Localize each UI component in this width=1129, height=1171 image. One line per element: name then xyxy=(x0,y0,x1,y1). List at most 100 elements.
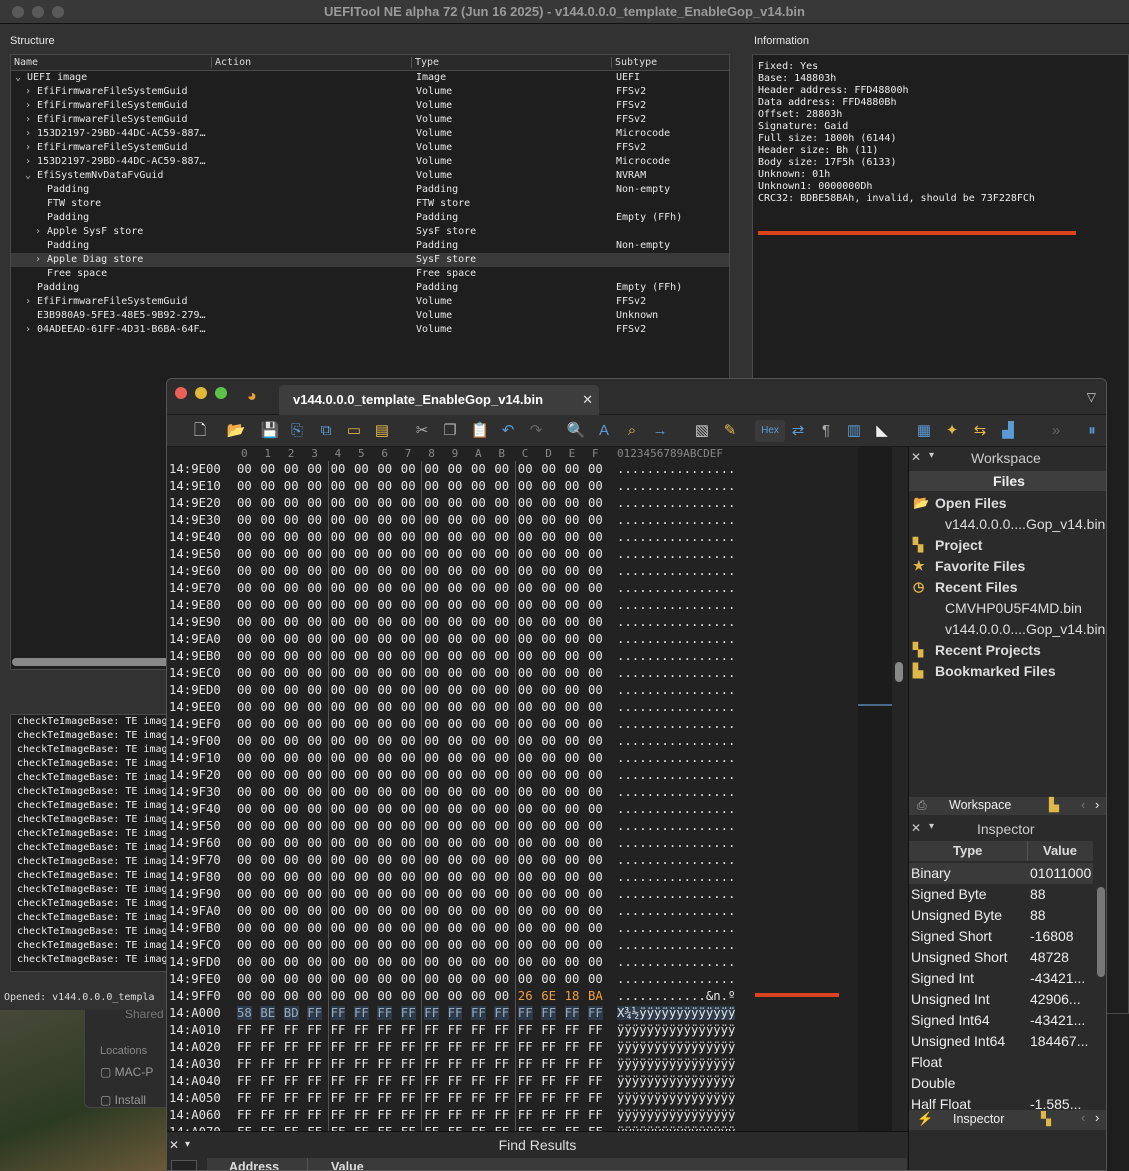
hex-byte[interactable]: 00 xyxy=(518,700,533,714)
hex-byte[interactable]: 00 xyxy=(377,802,392,816)
hex-byte[interactable]: FF xyxy=(565,1091,580,1105)
hex-byte[interactable]: FF xyxy=(401,1040,416,1054)
hex-ascii[interactable]: ................ xyxy=(617,530,735,544)
hex-byte[interactable]: 00 xyxy=(401,666,416,680)
hex-byte[interactable]: 00 xyxy=(260,751,275,765)
hex-byte[interactable]: 00 xyxy=(541,734,556,748)
hex-byte[interactable]: 00 xyxy=(541,479,556,493)
hex-byte[interactable]: 00 xyxy=(307,887,322,901)
hex-ascii[interactable]: ................ xyxy=(617,632,735,646)
hex-byte[interactable]: 00 xyxy=(471,887,486,901)
hex-byte[interactable]: 00 xyxy=(284,547,299,561)
column-action[interactable]: Action xyxy=(211,57,251,68)
open-file-icon[interactable]: 📂 xyxy=(225,420,247,442)
hex-byte[interactable]: 00 xyxy=(331,479,346,493)
hex-byte[interactable]: FF xyxy=(447,1006,463,1020)
hex-byte[interactable]: FF xyxy=(494,1091,509,1105)
hex-byte[interactable]: 00 xyxy=(471,802,486,816)
hex-byte[interactable]: 00 xyxy=(588,632,603,646)
hex-byte[interactable]: 00 xyxy=(448,479,463,493)
hex-byte[interactable]: 00 xyxy=(565,972,580,986)
structure-row[interactable]: E3B980A9-5FE3-48E5-9B92-279… Volume Unknow… xyxy=(11,309,729,323)
hex-byte[interactable]: 00 xyxy=(377,547,392,561)
hex-byte[interactable]: 00 xyxy=(260,819,275,833)
hex-byte[interactable]: 00 xyxy=(448,955,463,969)
hex-byte[interactable]: 00 xyxy=(448,989,463,1003)
chevron-right-icon[interactable]: › xyxy=(25,296,31,307)
hex-byte[interactable]: FF xyxy=(565,1057,580,1071)
hex-byte[interactable]: 00 xyxy=(588,972,603,986)
calculator-icon[interactable]: ▦ xyxy=(913,420,935,442)
hex-byte[interactable]: 00 xyxy=(518,564,533,578)
hex-byte[interactable]: 00 xyxy=(354,836,369,850)
hex-ascii[interactable]: ................ xyxy=(617,734,735,748)
hex-byte[interactable]: FF xyxy=(377,1091,392,1105)
structure-row[interactable]: Padding Padding Non-empty xyxy=(11,183,729,197)
hex-byte[interactable]: 00 xyxy=(331,734,346,748)
hex-byte[interactable]: 00 xyxy=(565,462,580,476)
hex-byte[interactable]: 00 xyxy=(307,530,322,544)
hex-byte[interactable]: 00 xyxy=(518,819,533,833)
hex-byte[interactable]: 00 xyxy=(471,547,486,561)
hex-byte[interactable]: 00 xyxy=(237,513,252,527)
hex-byte[interactable]: 00 xyxy=(307,972,322,986)
hex-byte[interactable]: 00 xyxy=(260,632,275,646)
hex-byte[interactable]: 00 xyxy=(377,785,392,799)
hex-byte[interactable]: 00 xyxy=(377,649,392,663)
hex-byte[interactable]: 00 xyxy=(494,717,509,731)
hex-byte[interactable]: BA xyxy=(588,989,603,1003)
hex-byte[interactable]: 00 xyxy=(284,734,299,748)
hex-byte[interactable]: 00 xyxy=(448,853,463,867)
undo-icon[interactable]: ↶ xyxy=(497,420,519,442)
hex-byte[interactable]: 00 xyxy=(541,921,556,935)
hex-byte[interactable]: 00 xyxy=(354,802,369,816)
hex-byte[interactable]: 00 xyxy=(541,785,556,799)
hex-byte[interactable]: FF xyxy=(541,1040,556,1054)
hex-byte[interactable]: FF xyxy=(237,1023,252,1037)
hex-byte[interactable]: 00 xyxy=(237,496,252,510)
hex-byte[interactable]: 00 xyxy=(494,530,509,544)
hex-byte[interactable]: 00 xyxy=(284,462,299,476)
hex-byte[interactable]: 00 xyxy=(331,683,346,697)
show-whitespace-icon[interactable]: ¶ xyxy=(815,420,837,442)
hex-byte[interactable]: FF xyxy=(377,1006,393,1020)
hex-byte[interactable]: 00 xyxy=(471,632,486,646)
hex-ascii[interactable]: ÿÿÿÿÿÿÿÿÿÿÿÿÿÿÿÿ xyxy=(617,1074,735,1088)
hex-mode-button[interactable]: Hex xyxy=(755,420,785,442)
hex-byte[interactable]: 00 xyxy=(588,479,603,493)
hex-byte[interactable]: 00 xyxy=(565,496,580,510)
hex-byte[interactable]: 00 xyxy=(401,853,416,867)
hex-byte[interactable]: 00 xyxy=(471,717,486,731)
structure-row[interactable]: › EfiFirmwareFileSystemGuid Volume FFSv2 xyxy=(11,295,729,309)
hex-byte[interactable]: 00 xyxy=(565,683,580,697)
hex-byte[interactable]: 00 xyxy=(260,972,275,986)
hex-byte[interactable]: 00 xyxy=(331,751,346,765)
inspector-scrollbar[interactable] xyxy=(1097,887,1105,977)
hex-byte[interactable]: 00 xyxy=(424,513,439,527)
chevron-right-icon[interactable]: › xyxy=(25,142,31,153)
hex-byte[interactable]: 00 xyxy=(471,989,486,1003)
panel-menu-chevron-icon[interactable]: ▾ xyxy=(929,450,934,461)
hex-ascii[interactable]: ................ xyxy=(617,802,735,816)
hex-byte[interactable]: 00 xyxy=(565,955,580,969)
hex-byte[interactable]: 00 xyxy=(588,581,603,595)
hex-byte[interactable]: 00 xyxy=(237,751,252,765)
hex-byte[interactable]: 00 xyxy=(401,768,416,782)
hex-byte[interactable]: 00 xyxy=(401,496,416,510)
hex-byte[interactable]: 00 xyxy=(448,615,463,629)
hex-byte[interactable]: FF xyxy=(401,1057,416,1071)
hex-byte[interactable]: 00 xyxy=(237,785,252,799)
hex-byte[interactable]: 00 xyxy=(331,802,346,816)
hex-byte[interactable]: 00 xyxy=(541,615,556,629)
hex-byte[interactable]: 00 xyxy=(565,717,580,731)
hex-ascii[interactable]: ................ xyxy=(617,479,735,493)
hex-byte[interactable]: 00 xyxy=(284,989,299,1003)
hex-minimap[interactable] xyxy=(858,447,892,1170)
hex-byte[interactable]: FF xyxy=(377,1074,392,1088)
hex-byte[interactable]: 00 xyxy=(424,581,439,595)
hex-byte[interactable]: FF xyxy=(354,1023,369,1037)
hex-byte[interactable]: 00 xyxy=(260,683,275,697)
hex-byte[interactable]: BD xyxy=(283,1006,299,1020)
hex-byte[interactable]: FF xyxy=(307,1091,322,1105)
hex-byte[interactable]: 00 xyxy=(494,479,509,493)
